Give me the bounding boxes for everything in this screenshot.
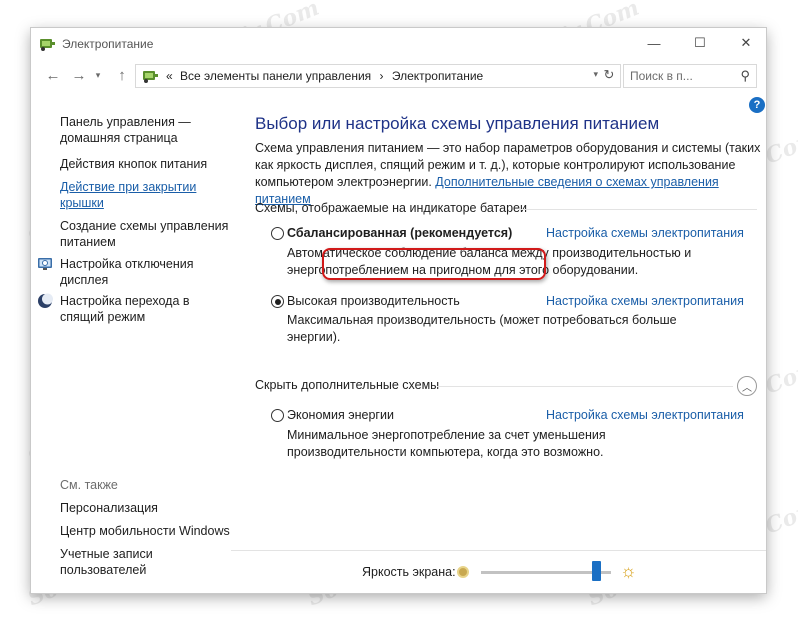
plan-power-saver-name[interactable]: Экономия энергии (287, 408, 394, 422)
link-text: дисплея (60, 273, 109, 287)
see-also-heading: См. также (60, 478, 118, 492)
link-text: крышки (60, 196, 104, 210)
plan-power-saver-description: Минимальное энергопотребление за счет ум… (287, 428, 606, 459)
link-text: питанием (60, 235, 116, 249)
brightness-slider-thumb[interactable] (592, 561, 602, 581)
battery-plans-heading: Схемы, отображаемые на индикаторе батаре… (255, 201, 527, 215)
page-title: Выбор или настройка схемы управления пит… (255, 114, 660, 133)
bright-sun-icon: ☼ (620, 561, 637, 581)
plan-high-performance-description: Максимальная производительность (может п… (287, 313, 677, 344)
link-text: Создание схемы управления (60, 219, 229, 233)
power-buttons-link[interactable]: Действия кнопок питания (60, 156, 207, 172)
brightness-label: Яркость экрана: (362, 565, 456, 579)
display-clock-icon (38, 258, 52, 270)
back-arrow-icon[interactable]: ← (41, 64, 65, 86)
plan-balanced-settings-link[interactable]: Настройка схемы электропитания (546, 226, 744, 240)
window-title: Электропитание (62, 37, 154, 51)
sleep-moon-icon (38, 293, 53, 308)
left-navigation-pane: Панель управления — домашняя страница Де… (31, 90, 231, 593)
forward-arrow-icon[interactable]: → (67, 64, 91, 86)
plan-high-performance-name[interactable]: Высокая производительность (287, 294, 460, 308)
breadcrumb-power-options[interactable]: Электропитание (392, 69, 483, 83)
plan-balanced-radio[interactable] (271, 227, 284, 240)
plan-power-saver-radio[interactable] (271, 409, 284, 422)
minimize-button[interactable]: — (631, 28, 677, 58)
create-plan-link[interactable]: Создание схемы управления питанием (60, 218, 228, 250)
breadcrumb-separator[interactable]: › (380, 69, 384, 83)
plan-power-saver-settings-link[interactable]: Настройка схемы электропитания (546, 408, 744, 422)
link-text: Панель управления — (60, 115, 191, 129)
breadcrumb: « Все элементы панели управления › Элект… (166, 69, 483, 83)
control-panel-home-link[interactable]: Панель управления — домашняя страница (60, 114, 191, 146)
display-off-link[interactable]: Настройка отключения дисплея (60, 256, 194, 288)
control-panel-window: Электропитание — ☐ ✕ ← → ▾ ↑ « Все элеме… (31, 28, 766, 593)
group-divider (437, 386, 733, 387)
hide-plans-heading[interactable]: Скрыть дополнительные схемы (255, 378, 439, 392)
collapse-chevron-up-icon[interactable]: ︿ (737, 376, 757, 396)
power-options-icon (40, 39, 55, 51)
recent-locations-chevron-icon[interactable]: ▾ (91, 64, 105, 86)
link-text: Учетные записи (60, 547, 153, 561)
brightness-divider (231, 550, 766, 551)
address-bar[interactable]: « Все элементы панели управления › Элект… (135, 64, 621, 88)
title-bar: Электропитание — ☐ ✕ (31, 28, 766, 60)
refresh-icon[interactable]: ↻ (600, 67, 618, 83)
power-options-icon (143, 71, 158, 83)
plan-balanced-name[interactable]: Сбалансированная (рекомендуется) (287, 226, 512, 240)
lid-action-link[interactable]: Действие при закрытии крышки (60, 179, 196, 211)
plan-high-performance-settings-link[interactable]: Настройка схемы электропитания (546, 294, 744, 308)
address-dropdown-icon[interactable]: ▾ (593, 69, 598, 80)
up-arrow-icon[interactable]: ↑ (111, 64, 133, 86)
main-content: Выбор или настройка схемы управления пит… (231, 90, 766, 593)
breadcrumb-overflow[interactable]: « (166, 69, 173, 83)
navigation-bar: ← → ▾ ↑ « Все элементы панели управления… (31, 60, 766, 90)
mobility-center-link[interactable]: Центр мобильности Windows (60, 523, 230, 539)
search-icon[interactable]: ⚲ (740, 68, 750, 84)
link-text: Настройка перехода в (60, 294, 190, 308)
user-accounts-link[interactable]: Учетные записи пользователей (60, 546, 153, 578)
maximize-button[interactable]: ☐ (677, 28, 723, 58)
dim-sun-icon (457, 566, 469, 578)
breadcrumb-all-items[interactable]: Все элементы панели управления (180, 69, 371, 83)
close-button[interactable]: ✕ (723, 28, 769, 58)
search-input[interactable]: Поиск в п... ⚲ (623, 64, 757, 88)
intro-text: Схема управления питанием — это набор па… (255, 140, 763, 208)
link-text: Действие при закрытии (60, 180, 197, 194)
link-text: домашняя страница (60, 131, 178, 145)
link-text: Настройка отключения (60, 257, 194, 271)
group-divider (519, 209, 757, 210)
search-placeholder: Поиск в п... (630, 69, 693, 83)
highlight-annotation (322, 248, 546, 280)
sleep-settings-link[interactable]: Настройка перехода в спящий режим (60, 293, 190, 325)
personalization-link[interactable]: Персонализация (60, 500, 158, 516)
link-text: пользователей (60, 563, 147, 577)
plan-high-performance-radio[interactable] (271, 295, 284, 308)
link-text: спящий режим (60, 310, 146, 324)
